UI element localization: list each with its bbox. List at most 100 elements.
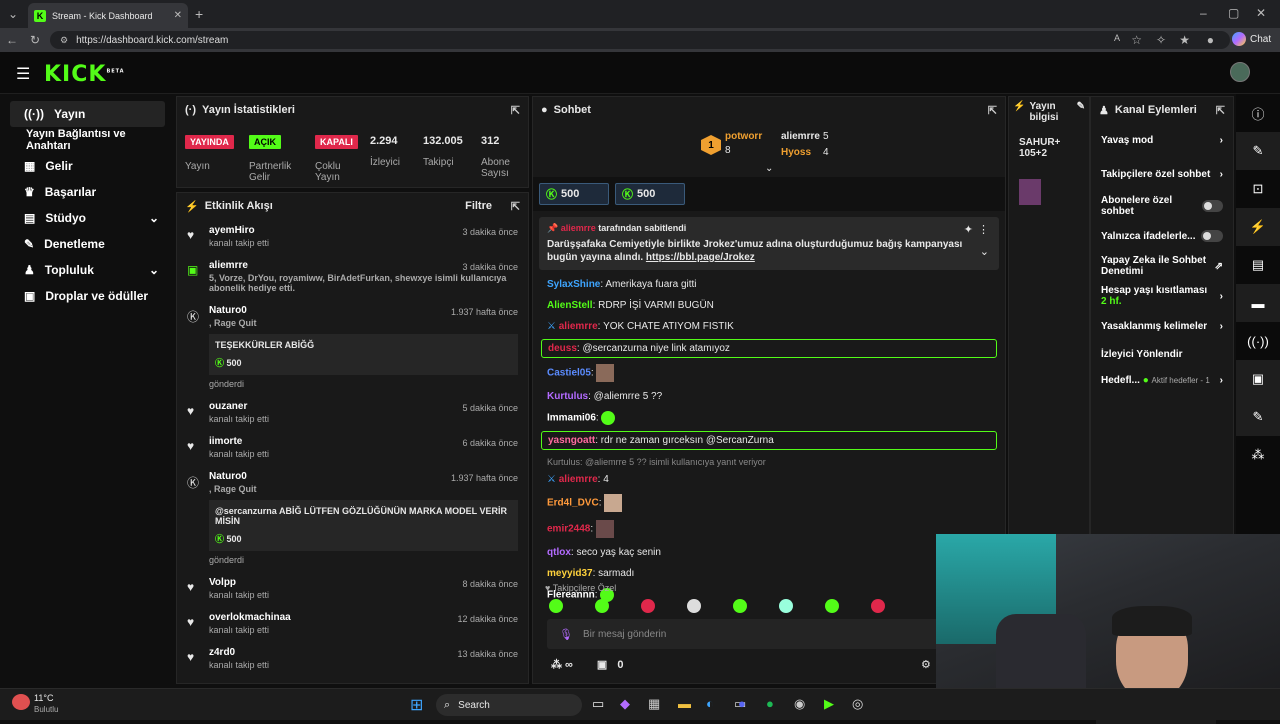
settings-icon[interactable]: ⚙ (921, 658, 931, 671)
close-window-icon[interactable]: ✕ (1256, 6, 1266, 20)
profile-icon[interactable]: ● (1207, 33, 1214, 47)
broadcast-icon[interactable]: ((·)) (1236, 322, 1280, 360)
action-raid[interactable]: İzleyici Yönlendir (1091, 341, 1233, 367)
browser-tab[interactable]: K Stream - Kick Dashboard ✕ (28, 3, 188, 28)
new-tab-icon[interactable]: + (195, 6, 203, 22)
back-icon[interactable]: ← (6, 33, 18, 47)
emote-button[interactable] (871, 599, 885, 613)
sidebar-item-stream-key[interactable]: Yayın Bağlantısı ve Anahtarı (10, 127, 165, 153)
loyalty-icon[interactable]: ⁂ ∞ (551, 658, 573, 671)
url-field[interactable]: ⚙ https://dashboard.kick.com/stream A ☆ … (50, 31, 1230, 49)
sidebar-item-yayin[interactable]: ((·)) Yayın (10, 101, 165, 127)
bolt-icon[interactable]: ⚡ (1236, 208, 1280, 246)
chat-user[interactable]: aliemrre (559, 474, 598, 485)
chat-user[interactable]: SylaxShine (547, 279, 600, 290)
emote-button[interactable] (549, 599, 563, 613)
chat-input[interactable]: 🎙 Bir mesaj gönderin (547, 619, 993, 649)
action-banned-words[interactable]: Yasaklanmış kelimeler › (1091, 311, 1233, 341)
mic-icon[interactable]: 🎙 (559, 628, 573, 641)
filter-button[interactable]: Filtre (465, 200, 492, 212)
sidebar-item-denetleme[interactable]: ✎ Denetleme (10, 231, 165, 257)
kick-app-icon[interactable]: ▶ (824, 696, 834, 712)
sidebar-item-gelir[interactable]: ▦ Gelir (10, 153, 165, 179)
emote-button[interactable] (595, 599, 609, 613)
close-tab-icon[interactable]: ✕ (174, 10, 182, 21)
chat-user[interactable]: aliemrre (559, 321, 598, 332)
popout-icon[interactable]: ⇱ (511, 104, 520, 117)
screenshot-icon[interactable]: ⊡ (1236, 170, 1280, 208)
emotes-only-toggle[interactable] (1201, 230, 1223, 242)
spotify-icon[interactable]: ● (766, 696, 774, 711)
tab-list-icon[interactable]: ⌄ (8, 7, 18, 21)
chat-user[interactable]: Castiel05 (547, 368, 591, 379)
favorite-icon[interactable]: ☆ (1131, 33, 1142, 47)
action-account-age[interactable]: Hesap yaşı kısıtlaması 2 hf. › (1091, 281, 1233, 311)
user-avatar[interactable] (1230, 62, 1250, 82)
wrench-icon[interactable]: ✎ (1236, 398, 1280, 436)
action-emotes-only[interactable]: Yalnızca ifadelerle... (1091, 221, 1233, 251)
widgets-icon[interactable]: ▦ (648, 696, 660, 712)
chat-user[interactable]: meyyid37 (547, 568, 593, 579)
favorites-icon[interactable]: ★ (1179, 33, 1190, 47)
menu-icon[interactable]: ☰ (16, 64, 30, 84)
chat-icon[interactable]: ▬ (1236, 284, 1280, 322)
sidebar-item-basarilar[interactable]: ♛ Başarılar (10, 179, 165, 205)
site-info-icon[interactable]: ⚙ (60, 35, 68, 46)
sidebar-item-studyo[interactable]: ▤ Stüdyo ⌄ (10, 205, 165, 231)
popout-icon[interactable]: ⇱ (988, 104, 997, 117)
obs-icon[interactable]: ◎ (852, 696, 863, 712)
gift-icon[interactable]: ▣ (1236, 360, 1280, 398)
chat-user[interactable]: deuss (548, 343, 577, 354)
popout-icon[interactable]: ⇱ (1216, 104, 1225, 117)
edit-icon[interactable]: ✎ (1236, 132, 1280, 170)
action-followers-only[interactable]: Takipçilere özel sohbet › (1091, 157, 1233, 191)
maximize-icon[interactable]: ▢ (1228, 6, 1239, 20)
action-slow-mode[interactable]: Yavaş mod › (1091, 123, 1233, 157)
taskbar-search[interactable]: ⌕ Search (436, 694, 582, 716)
chat-user[interactable]: yasngoatt (548, 435, 595, 446)
kicks-pill[interactable]: Ⓚ 500 (615, 183, 685, 205)
sidebar-item-topluluk[interactable]: ♟ Topluluk ⌄ (10, 257, 165, 283)
action-ai-moderation[interactable]: Yapay Zeka ile Sohbet Denetimi ⇗ (1091, 251, 1233, 281)
subs-only-toggle[interactable] (1202, 200, 1223, 212)
task-view-icon[interactable]: ▭ (592, 696, 604, 712)
chat-user[interactable]: AlienStell (547, 300, 593, 311)
action-subs-only[interactable]: Abonelere özel sohbet (1091, 191, 1233, 221)
chat-user[interactable]: Erd4l_DVC (547, 498, 599, 509)
emote-button[interactable] (687, 599, 701, 613)
document-icon[interactable]: ▤ (1236, 246, 1280, 284)
emote-button[interactable] (733, 599, 747, 613)
reload-icon[interactable]: ↻ (30, 33, 40, 47)
chat-user[interactable]: emir2448 (547, 524, 590, 535)
emote-button[interactable] (825, 599, 839, 613)
gift-icon[interactable]: ▣ (597, 658, 607, 671)
sidebar-item-droplar[interactable]: ▣ Droplar ve ödüller (10, 283, 165, 309)
extensions-icon[interactable]: ✧ (1156, 33, 1166, 47)
read-aloud-icon[interactable]: A (1114, 33, 1120, 43)
edge-icon[interactable]: ◐ (706, 696, 714, 711)
apps-icon[interactable]: ⁂ (1236, 436, 1280, 474)
more-icon[interactable]: ⋮ (978, 223, 989, 236)
chat-user[interactable]: Immami06 (547, 413, 596, 424)
expand-icon[interactable]: ⌄ (980, 245, 989, 258)
action-goals[interactable]: Hedefl... ● Aktif hedefler - 1 › (1091, 367, 1233, 393)
edit-icon[interactable]: ✎ (1077, 101, 1085, 123)
chat-user[interactable]: qtlox (547, 547, 571, 558)
copilot-chat-button[interactable]: Chat (1232, 32, 1271, 46)
kicks-pill[interactable]: Ⓚ 500 (539, 183, 609, 205)
copilot-icon[interactable]: ◆ (620, 696, 630, 712)
windows-start-icon[interactable]: ⊞ (410, 695, 423, 715)
chat-user[interactable]: Kurtulus (547, 391, 588, 402)
emote-button[interactable] (641, 599, 655, 613)
pinned-link[interactable]: https://bbl.page/Jrokez (646, 252, 755, 263)
unpin-icon[interactable]: ✦ (964, 223, 973, 236)
chevron-down-icon[interactable]: ⌄ (765, 163, 773, 174)
emote-button[interactable] (779, 599, 793, 613)
file-explorer-icon[interactable]: ▬ (678, 696, 691, 711)
steam-icon[interactable]: ◉ (794, 696, 805, 712)
minimize-icon[interactable]: – (1200, 6, 1207, 20)
kick-logo[interactable]: KICKBETA (44, 62, 125, 87)
popout-icon[interactable]: ⇱ (511, 200, 520, 213)
info-icon[interactable]: ⓘ (1236, 94, 1280, 132)
discord-icon[interactable]: ● (738, 696, 746, 711)
